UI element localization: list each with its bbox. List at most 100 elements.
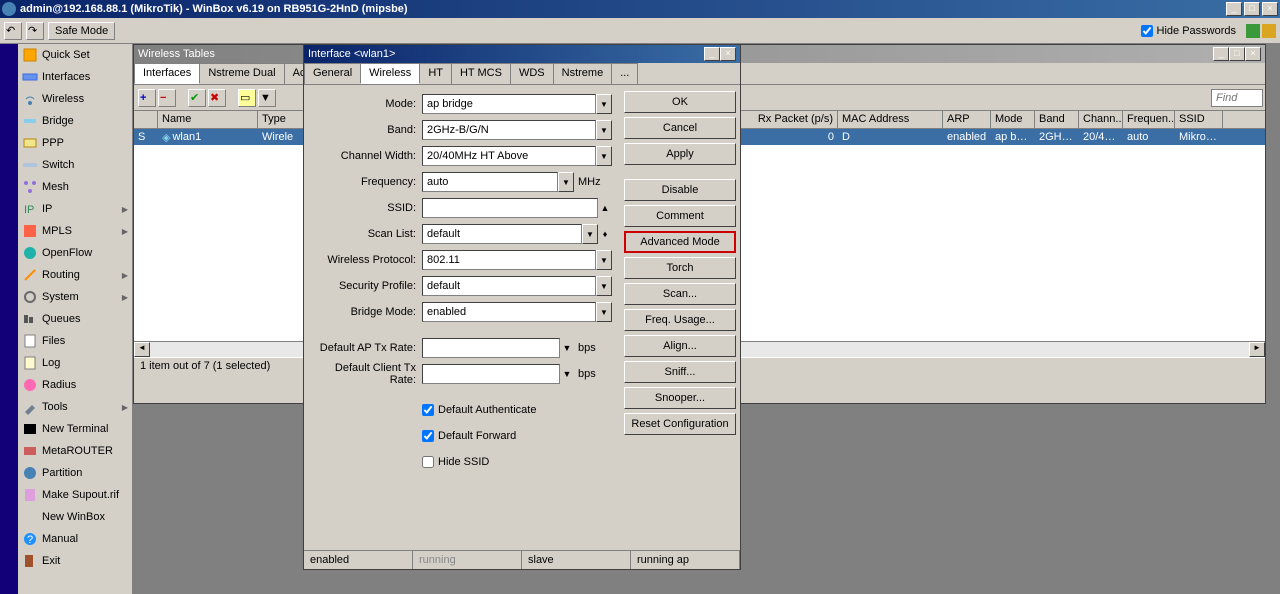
sidebar-item-system[interactable]: System▶ <box>18 286 132 308</box>
expand-button[interactable]: ▼ <box>560 341 574 355</box>
sidebar-item-new-winbox[interactable]: New WinBox <box>18 506 132 528</box>
tab-general[interactable]: General <box>304 63 361 84</box>
disable-button[interactable]: Disable <box>624 179 736 201</box>
apply-button[interactable]: Apply <box>624 143 736 165</box>
sidebar-item-wireless[interactable]: Wireless <box>18 88 132 110</box>
dropdown-button[interactable]: ▼ <box>596 146 612 166</box>
expand-button[interactable]: ▼ <box>560 367 574 381</box>
sniff-button[interactable]: Sniff... <box>624 361 736 383</box>
sidebar-item-switch[interactable]: Switch <box>18 154 132 176</box>
band-select[interactable]: 2GHz-B/G/N <box>422 120 596 140</box>
sidebar-item-log[interactable]: Log <box>18 352 132 374</box>
col-ssid[interactable]: SSID <box>1175 111 1223 128</box>
filter-button[interactable]: ▼ <box>258 89 276 107</box>
tab-wireless[interactable]: Wireless <box>360 63 420 84</box>
channel-width-select[interactable]: 20/40MHz HT Above <box>422 146 596 166</box>
tab-nstreme-dual[interactable]: Nstreme Dual <box>199 63 284 84</box>
align-button[interactable]: Align... <box>624 335 736 357</box>
dropdown-button[interactable]: ▼ <box>596 276 612 296</box>
sidebar-item-ip[interactable]: IPIP▶ <box>18 198 132 220</box>
reset-config-button[interactable]: Reset Configuration <box>624 413 736 435</box>
maximize-button[interactable]: □ <box>1229 47 1245 61</box>
dropdown-button[interactable]: ▼ <box>558 172 574 192</box>
tab-ht-mcs[interactable]: HT MCS <box>451 63 511 84</box>
comment-button[interactable]: ▭ <box>238 89 256 107</box>
find-input[interactable] <box>1211 89 1263 107</box>
mode-select[interactable]: ap bridge <box>422 94 596 114</box>
tab-wds[interactable]: WDS <box>510 63 554 84</box>
sidebar-item-new-terminal[interactable]: New Terminal <box>18 418 132 440</box>
updown-button[interactable]: ♦ <box>598 227 612 241</box>
hide-ssid-checkbox[interactable]: Hide SSID <box>422 456 489 468</box>
remove-button[interactable]: − <box>158 89 176 107</box>
sidebar-item-quick-set[interactable]: Quick Set <box>18 44 132 66</box>
sidebar-item-tools[interactable]: Tools▶ <box>18 396 132 418</box>
maximize-button[interactable]: □ <box>1244 2 1260 16</box>
minimize-button[interactable]: _ <box>1213 47 1229 61</box>
disable-button[interactable]: ✖ <box>208 89 226 107</box>
sidebar-item-interfaces[interactable]: Interfaces <box>18 66 132 88</box>
minimize-button[interactable]: _ <box>704 47 720 61</box>
sidebar-item-radius[interactable]: Radius <box>18 374 132 396</box>
sidebar-item-routing[interactable]: Routing▶ <box>18 264 132 286</box>
frequency-select[interactable]: auto <box>422 172 558 192</box>
col-channel[interactable]: Chann... <box>1079 111 1123 128</box>
cancel-button[interactable]: Cancel <box>624 117 736 139</box>
col-arp[interactable]: ARP <box>943 111 991 128</box>
dropdown-button[interactable]: ▼ <box>582 224 598 244</box>
tab-interfaces[interactable]: Interfaces <box>134 63 200 84</box>
sidebar-item-partition[interactable]: Partition <box>18 462 132 484</box>
bridge-mode-select[interactable]: enabled <box>422 302 596 322</box>
col-band[interactable]: Band <box>1035 111 1079 128</box>
default-ap-tx-input[interactable] <box>422 338 560 358</box>
sidebar-item-make-supout[interactable]: Make Supout.rif <box>18 484 132 506</box>
sidebar-item-openflow[interactable]: OpenFlow <box>18 242 132 264</box>
ok-button[interactable]: OK <box>624 91 736 113</box>
snooper-button[interactable]: Snooper... <box>624 387 736 409</box>
hide-passwords-checkbox[interactable]: Hide Passwords <box>1141 25 1236 37</box>
close-button[interactable]: × <box>1262 2 1278 16</box>
col-frequency[interactable]: Frequen... <box>1123 111 1175 128</box>
security-profile-select[interactable]: default <box>422 276 596 296</box>
col-name[interactable]: Name <box>158 111 258 128</box>
ssid-input[interactable] <box>422 198 598 218</box>
tab-ht[interactable]: HT <box>419 63 452 84</box>
undo-button[interactable]: ↶ <box>4 22 22 40</box>
redo-button[interactable]: ↷ <box>26 22 44 40</box>
enable-button[interactable]: ✔ <box>188 89 206 107</box>
dropdown-button[interactable]: ▼ <box>596 94 612 114</box>
col-mode[interactable]: Mode <box>991 111 1035 128</box>
close-button[interactable]: × <box>1245 47 1261 61</box>
wireless-protocol-select[interactable]: 802.11 <box>422 250 596 270</box>
tab-nstreme[interactable]: Nstreme <box>553 63 613 84</box>
torch-button[interactable]: Torch <box>624 257 736 279</box>
safe-mode-button[interactable]: Safe Mode <box>48 22 115 40</box>
dropdown-button[interactable]: ▼ <box>596 302 612 322</box>
default-client-tx-input[interactable] <box>422 364 560 384</box>
dialog-title-bar[interactable]: Interface <wlan1> _ × <box>304 45 740 63</box>
advanced-mode-button[interactable]: Advanced Mode <box>624 231 736 253</box>
sidebar-item-metarouter[interactable]: MetaROUTER <box>18 440 132 462</box>
dropdown-button[interactable]: ▼ <box>596 120 612 140</box>
sidebar-item-mpls[interactable]: MPLS▶ <box>18 220 132 242</box>
freq-usage-button[interactable]: Freq. Usage... <box>624 309 736 331</box>
sidebar-item-files[interactable]: Files <box>18 330 132 352</box>
col-type[interactable]: Type <box>258 111 308 128</box>
sidebar-item-manual[interactable]: ?Manual <box>18 528 132 550</box>
minimize-button[interactable]: _ <box>1226 2 1242 16</box>
sidebar-item-bridge[interactable]: Bridge <box>18 110 132 132</box>
col-rx-packet[interactable]: Rx Packet (p/s) <box>738 111 838 128</box>
sidebar-item-exit[interactable]: Exit <box>18 550 132 572</box>
close-button[interactable]: × <box>720 47 736 61</box>
collapse-button[interactable]: ▲ <box>598 201 612 215</box>
scan-button[interactable]: Scan... <box>624 283 736 305</box>
add-button[interactable]: + <box>138 89 156 107</box>
scan-list-select[interactable]: default <box>422 224 582 244</box>
default-forward-checkbox[interactable]: Default Forward <box>422 430 516 442</box>
sidebar-item-ppp[interactable]: PPP <box>18 132 132 154</box>
col-mac[interactable]: MAC Address <box>838 111 943 128</box>
default-authenticate-checkbox[interactable]: Default Authenticate <box>422 404 536 416</box>
comment-button[interactable]: Comment <box>624 205 736 227</box>
tab-more[interactable]: ... <box>611 63 638 84</box>
col-flag[interactable] <box>134 111 158 128</box>
